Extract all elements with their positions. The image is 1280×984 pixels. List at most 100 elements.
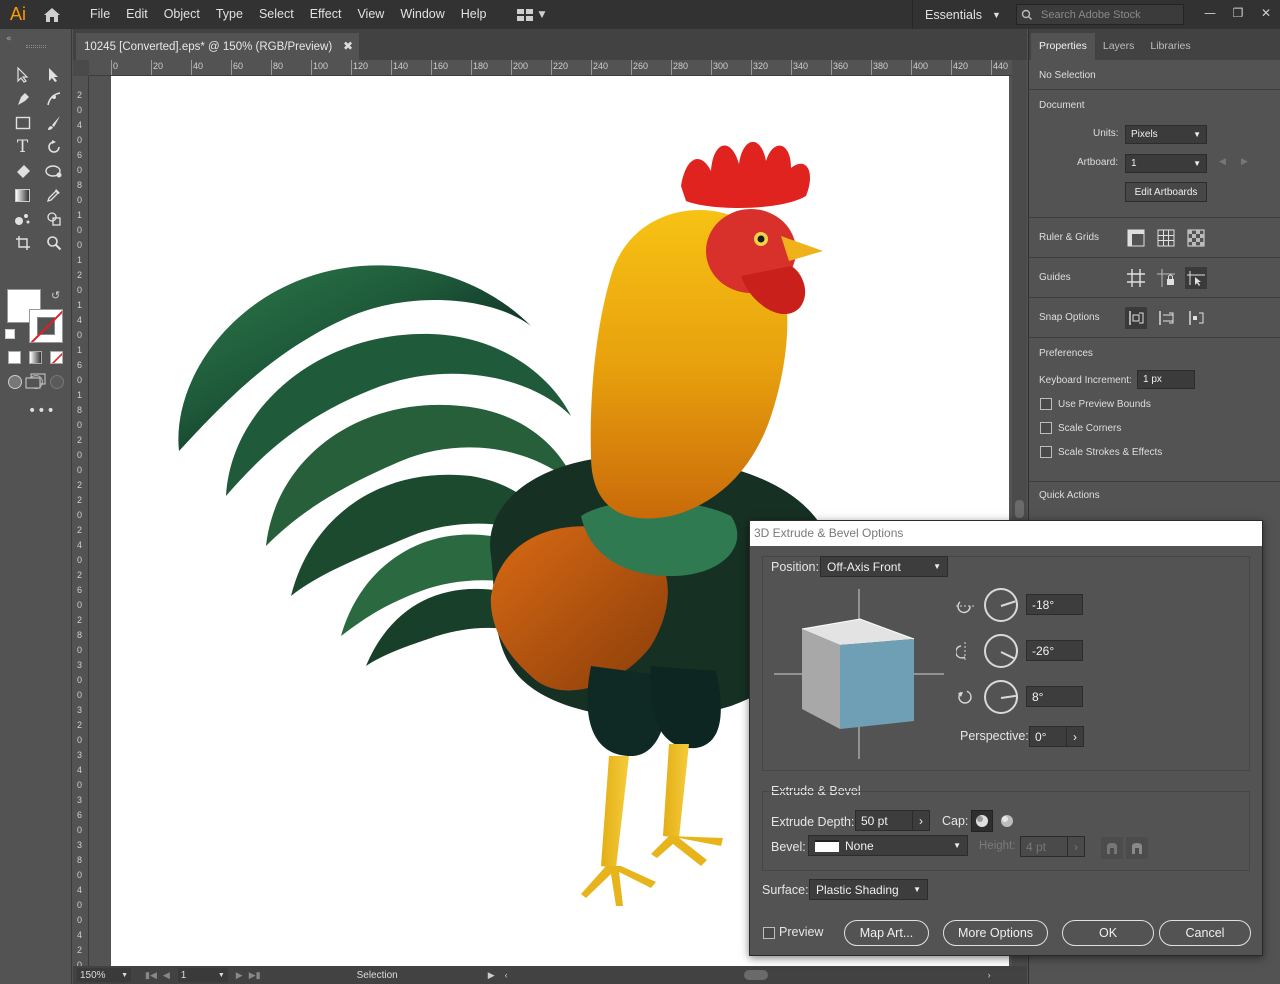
type-tool-icon[interactable]: T: [7, 135, 38, 159]
snap-to-pixel-icon[interactable]: [1185, 307, 1207, 329]
ruler-origin[interactable]: [73, 60, 89, 76]
edit-toolbar-icon[interactable]: •••: [28, 403, 56, 419]
perspective-slider-toggle[interactable]: ›: [1066, 726, 1084, 747]
status-menu-icon[interactable]: ▶: [488, 970, 495, 981]
home-icon[interactable]: [36, 0, 68, 29]
scroll-thumb[interactable]: [743, 970, 768, 980]
close-icon[interactable]: ✖: [343, 39, 353, 53]
snap-to-point-icon[interactable]: [1125, 307, 1147, 329]
rectangle-tool-icon[interactable]: [7, 111, 38, 135]
keyboard-increment-input[interactable]: 1 px: [1137, 370, 1195, 389]
vertical-ruler[interactable]: 2 0 4 0 6 0 8 0 1 0 0 1 2 0 1 4 0 1 6 0 1 8 0 2 0 0 2 2 0 2 4 0 2 6 0 2 8 0 3 0…: [73, 76, 89, 966]
next-artboard-icon[interactable]: ▶: [1241, 157, 1248, 167]
zoom-level-dropdown[interactable]: 150% ▼: [77, 968, 131, 982]
track-cube[interactable]: [774, 589, 944, 759]
grid-icon[interactable]: [1155, 227, 1177, 249]
bevel-dropdown[interactable]: None ▼: [808, 835, 968, 856]
menu-item-window[interactable]: Window: [392, 0, 452, 29]
draw-inside-icon[interactable]: [50, 375, 64, 389]
more-options-button[interactable]: More Options: [943, 920, 1048, 946]
stock-search-input[interactable]: Search Adobe Stock: [1016, 4, 1184, 25]
scroll-thumb[interactable]: [1015, 500, 1024, 518]
menu-item-type[interactable]: Type: [208, 0, 251, 29]
shape-builder-tool-icon[interactable]: [38, 207, 69, 231]
menu-item-object[interactable]: Object: [156, 0, 208, 29]
horizontal-scrollbar[interactable]: [514, 969, 988, 981]
menu-item-view[interactable]: View: [349, 0, 392, 29]
screen-mode-icon[interactable]: [25, 373, 47, 389]
eraser-tool-icon[interactable]: [7, 159, 38, 183]
direct-selection-tool-icon[interactable]: [38, 63, 69, 87]
rotate-tool-icon[interactable]: [38, 135, 69, 159]
menu-item-effect[interactable]: Effect: [302, 0, 350, 29]
transparency-grid-icon[interactable]: [1185, 227, 1207, 249]
perspective-input[interactable]: 0°: [1029, 726, 1067, 747]
ok-button[interactable]: OK: [1062, 920, 1154, 946]
gradient-tool-icon[interactable]: [7, 183, 38, 207]
rotate-z-input[interactable]: 8°: [1026, 686, 1083, 707]
horizontal-ruler[interactable]: 0 20 40 60 80 100 120 140 160 180 200 220 240 260 280 3…: [89, 60, 1012, 76]
checkbox[interactable]: [1040, 398, 1052, 410]
rotate-x-input[interactable]: -18°: [1026, 594, 1083, 615]
scroll-left-icon[interactable]: ‹: [505, 970, 508, 980]
symbol-sprayer-tool-icon[interactable]: [7, 207, 38, 231]
bevel-extent-in-button[interactable]: [1126, 837, 1148, 859]
rotate-z-dial[interactable]: [984, 680, 1018, 714]
menu-item-help[interactable]: Help: [453, 0, 495, 29]
toolbar-grip[interactable]: [26, 45, 46, 48]
smart-guides-icon[interactable]: [1185, 267, 1207, 289]
next-artboard-icon[interactable]: ▶: [236, 970, 243, 981]
show-guides-icon[interactable]: [1125, 267, 1147, 289]
rotate-y-dial[interactable]: [984, 634, 1018, 668]
stroke-swatch[interactable]: [29, 309, 63, 343]
height-slider-toggle[interactable]: ›: [1067, 836, 1085, 857]
scale-corners-checkbox[interactable]: Scale Corners: [1029, 416, 1162, 440]
surface-dropdown[interactable]: Plastic Shading ▼: [809, 879, 928, 900]
menu-item-file[interactable]: File: [82, 0, 118, 29]
app-logo[interactable]: Ai: [0, 0, 36, 29]
map-art-button[interactable]: Map Art...: [844, 920, 929, 946]
use-preview-bounds-checkbox[interactable]: Use Preview Bounds: [1029, 392, 1162, 416]
puppet-warp-tool-icon[interactable]: [38, 159, 69, 183]
tab-layers[interactable]: Layers: [1095, 33, 1143, 60]
restore-icon[interactable]: ❐: [1224, 0, 1252, 26]
curvature-tool-icon[interactable]: [38, 87, 69, 111]
minimize-icon[interactable]: —: [1196, 0, 1224, 26]
tab-libraries[interactable]: Libraries: [1142, 33, 1198, 60]
extrude-depth-input[interactable]: 50 pt: [855, 810, 913, 831]
selection-tool-icon[interactable]: [7, 63, 38, 87]
units-dropdown[interactable]: Pixels ▼: [1125, 125, 1207, 144]
position-dropdown[interactable]: Off-Axis Front ▼: [820, 556, 948, 577]
previous-artboard-icon[interactable]: ◀: [163, 970, 170, 981]
gradient-mode-icon[interactable]: [29, 351, 42, 364]
previous-artboard-icon[interactable]: ◀: [1219, 157, 1226, 167]
rotate-x-dial[interactable]: [984, 588, 1018, 622]
height-input[interactable]: 4 pt: [1020, 836, 1068, 857]
preview-checkbox[interactable]: [763, 927, 775, 939]
lock-guides-icon[interactable]: [1155, 267, 1177, 289]
artboard-dropdown[interactable]: 1 ▼: [1125, 154, 1207, 173]
last-artboard-icon[interactable]: ▶▮: [249, 970, 261, 981]
document-tab[interactable]: 10245 [Converted].eps* @ 150% (RGB/Previ…: [76, 33, 359, 60]
scroll-right-icon[interactable]: ›: [988, 970, 991, 980]
pen-tool-icon[interactable]: [7, 87, 38, 111]
paintbrush-tool-icon[interactable]: [38, 111, 69, 135]
eyedropper-tool-icon[interactable]: [38, 183, 69, 207]
menu-item-select[interactable]: Select: [251, 0, 302, 29]
checkbox[interactable]: [1040, 422, 1052, 434]
scale-strokes-checkbox[interactable]: Scale Strokes & Effects: [1029, 440, 1162, 464]
close-icon[interactable]: ✕: [1252, 0, 1280, 26]
workspace-switcher[interactable]: Essentials ▼: [912, 0, 1007, 29]
cap-off-button[interactable]: [996, 810, 1018, 832]
none-mode-icon[interactable]: [50, 351, 63, 364]
ruler-icon[interactable]: [1125, 227, 1147, 249]
checkbox[interactable]: [1040, 446, 1052, 458]
tab-properties[interactable]: Properties: [1031, 33, 1095, 60]
draw-normal-icon[interactable]: [8, 375, 22, 389]
extrude-depth-slider-toggle[interactable]: ›: [912, 810, 930, 831]
artboard-navigator[interactable]: 1 ▼: [177, 968, 228, 982]
first-artboard-icon[interactable]: ▮◀: [145, 970, 157, 981]
bevel-extent-out-button[interactable]: [1101, 837, 1123, 859]
cap-on-button[interactable]: [971, 810, 993, 832]
snap-to-grid-icon[interactable]: [1155, 307, 1177, 329]
